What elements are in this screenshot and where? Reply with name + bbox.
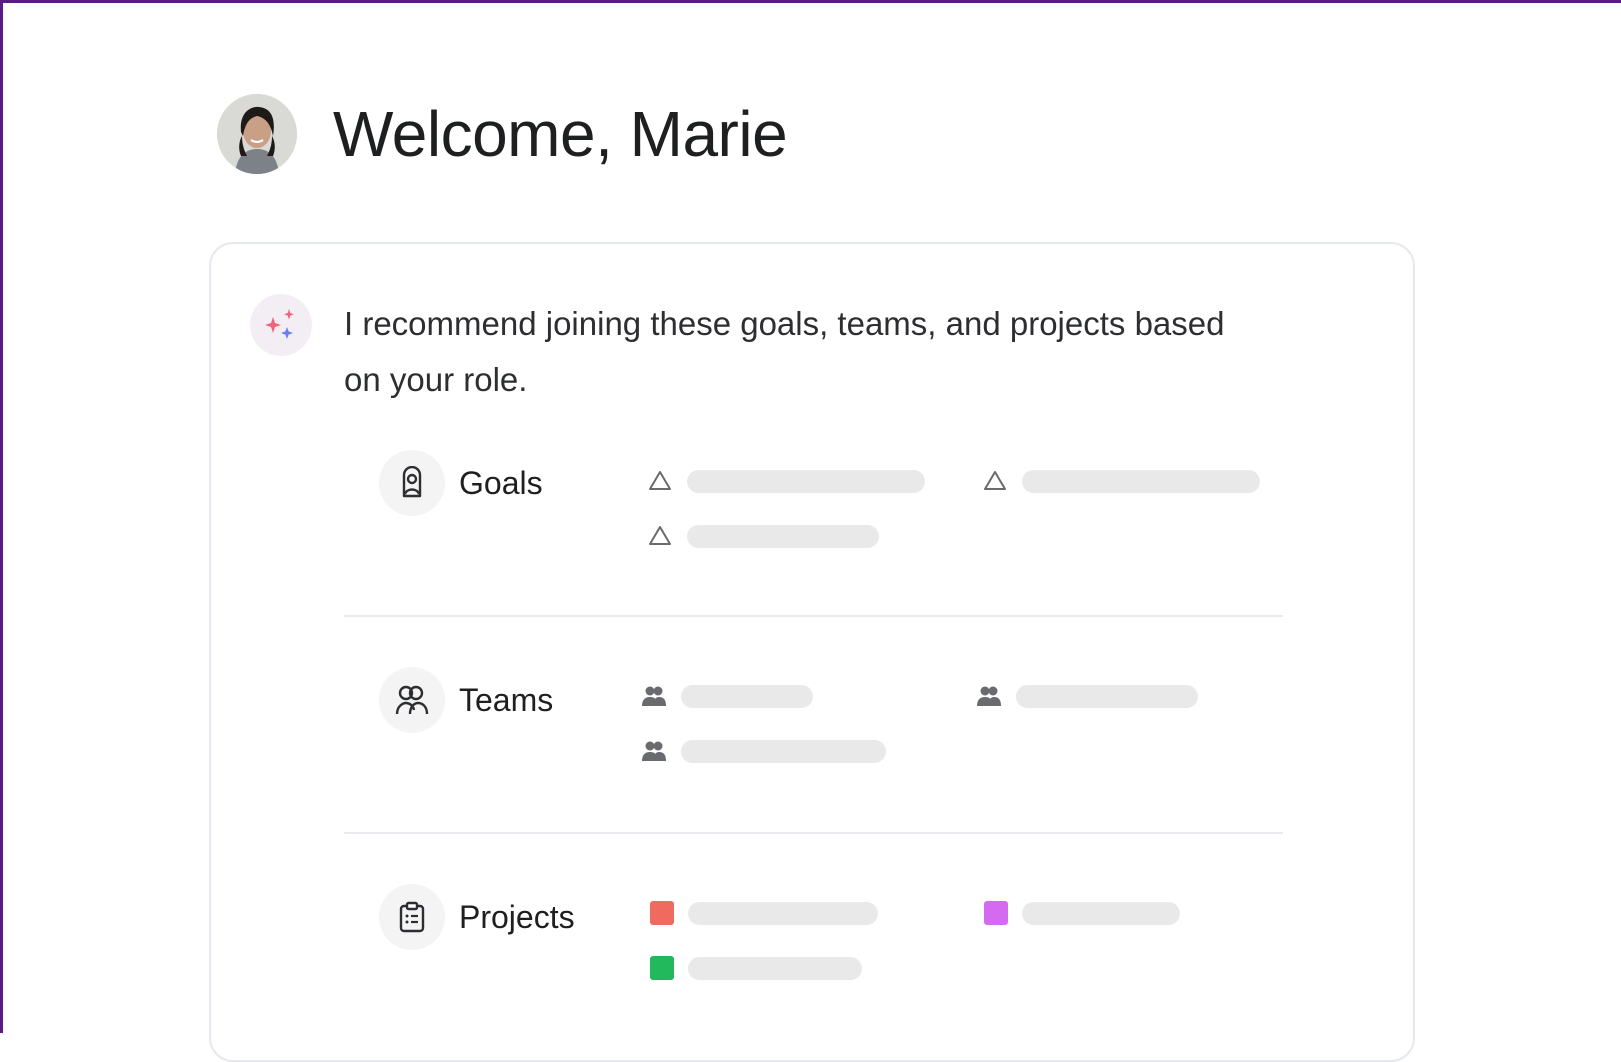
teams-label: Teams: [459, 681, 554, 718]
goal-item[interactable]: [647, 469, 925, 493]
goal-item[interactable]: [647, 524, 879, 548]
triangle-outline-icon: [649, 526, 671, 545]
placeholder-bar: [681, 684, 813, 708]
section-divider: [344, 832, 1283, 834]
placeholder-bar: [688, 956, 862, 980]
placeholder-bar: [687, 524, 879, 548]
sparkle-icon: [265, 309, 294, 339]
teams-section: Teams: [379, 667, 1279, 777]
placeholder-bar: [687, 469, 925, 493]
triangle-outline-icon: [984, 471, 1006, 490]
recommendation-card: I recommend joining these goals, teams, …: [209, 242, 1415, 1062]
placeholder-bar: [1016, 684, 1198, 708]
team-item[interactable]: [641, 684, 813, 708]
teams-header[interactable]: Teams: [379, 667, 553, 733]
team-item[interactable]: [641, 739, 886, 763]
placeholder-bar: [688, 901, 878, 925]
project-color-swatch: [984, 901, 1008, 925]
projects-section: Projects: [379, 884, 1279, 994]
placeholder-bar: [1022, 469, 1260, 493]
team-icon: [379, 667, 445, 733]
project-color-swatch: [650, 901, 674, 925]
team-member-icon: [642, 686, 666, 706]
team-member-icon: [977, 686, 1001, 706]
project-item[interactable]: [650, 901, 878, 925]
avatar[interactable]: [217, 94, 297, 174]
goals-section: Goals: [379, 450, 1279, 560]
goals-header[interactable]: Goals: [379, 450, 543, 516]
triangle-outline-icon: [649, 471, 671, 490]
team-member-icon: [642, 741, 666, 761]
page-header: Welcome, Marie: [217, 94, 788, 174]
project-color-swatch: [650, 956, 674, 980]
recommendation-message: I recommend joining these goals, teams, …: [344, 305, 1225, 398]
goals-label: Goals: [459, 464, 543, 501]
project-item[interactable]: [984, 901, 1180, 925]
project-item[interactable]: [650, 956, 862, 980]
projects-label: Projects: [459, 898, 575, 935]
goal-item[interactable]: [982, 469, 1260, 493]
ai-assistant-badge: [250, 294, 312, 356]
clipboard-icon: [379, 884, 445, 950]
placeholder-bar: [1022, 901, 1180, 925]
team-item[interactable]: [976, 684, 1198, 708]
projects-header[interactable]: Projects: [379, 884, 575, 950]
avatar-image: [217, 94, 297, 174]
goal-icon: [379, 450, 445, 516]
placeholder-bar: [681, 739, 886, 763]
section-divider: [344, 615, 1283, 617]
page-title: Welcome, Marie: [333, 98, 788, 170]
